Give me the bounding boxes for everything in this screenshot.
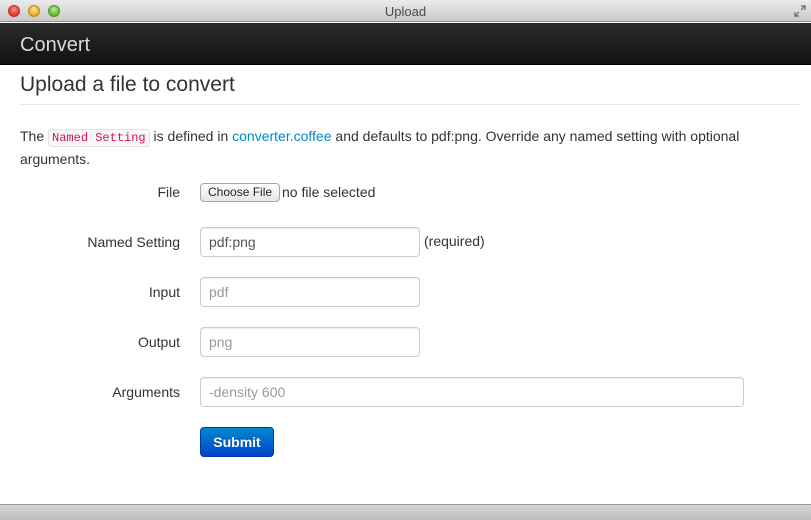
title-divider	[20, 104, 800, 105]
brand-link[interactable]: Convert	[20, 34, 90, 57]
file-status: no file selected	[282, 184, 376, 200]
window-title: Upload	[384, 4, 427, 19]
arguments-field[interactable]	[200, 377, 744, 407]
window-bottom-bar	[0, 504, 811, 520]
required-note: (required)	[424, 233, 485, 249]
choose-file-button[interactable]: Choose File	[200, 183, 281, 202]
named-setting-input[interactable]	[200, 227, 420, 257]
input-label: Input	[148, 284, 180, 300]
intro-prefix: The	[20, 128, 49, 144]
navbar: Convert	[0, 23, 811, 65]
intro-middle: is defined in	[149, 128, 233, 144]
converter-coffee-link[interactable]: converter.coffee	[232, 128, 331, 144]
output-label: Output	[137, 334, 180, 350]
input-format-field[interactable]	[200, 277, 420, 307]
named-setting-code: Named Setting	[48, 129, 150, 147]
arguments-label: Arguments	[112, 384, 180, 400]
page-title: Upload a file to convert	[20, 73, 235, 96]
file-label: File	[157, 184, 180, 200]
fullscreen-icon[interactable]	[794, 5, 806, 17]
window-titlebar: Upload	[0, 0, 811, 22]
named-setting-label: Named Setting	[87, 234, 180, 250]
output-format-field[interactable]	[200, 327, 420, 357]
submit-button[interactable]: Submit	[200, 427, 274, 457]
intro-text: The Named Setting is defined in converte…	[20, 126, 800, 170]
